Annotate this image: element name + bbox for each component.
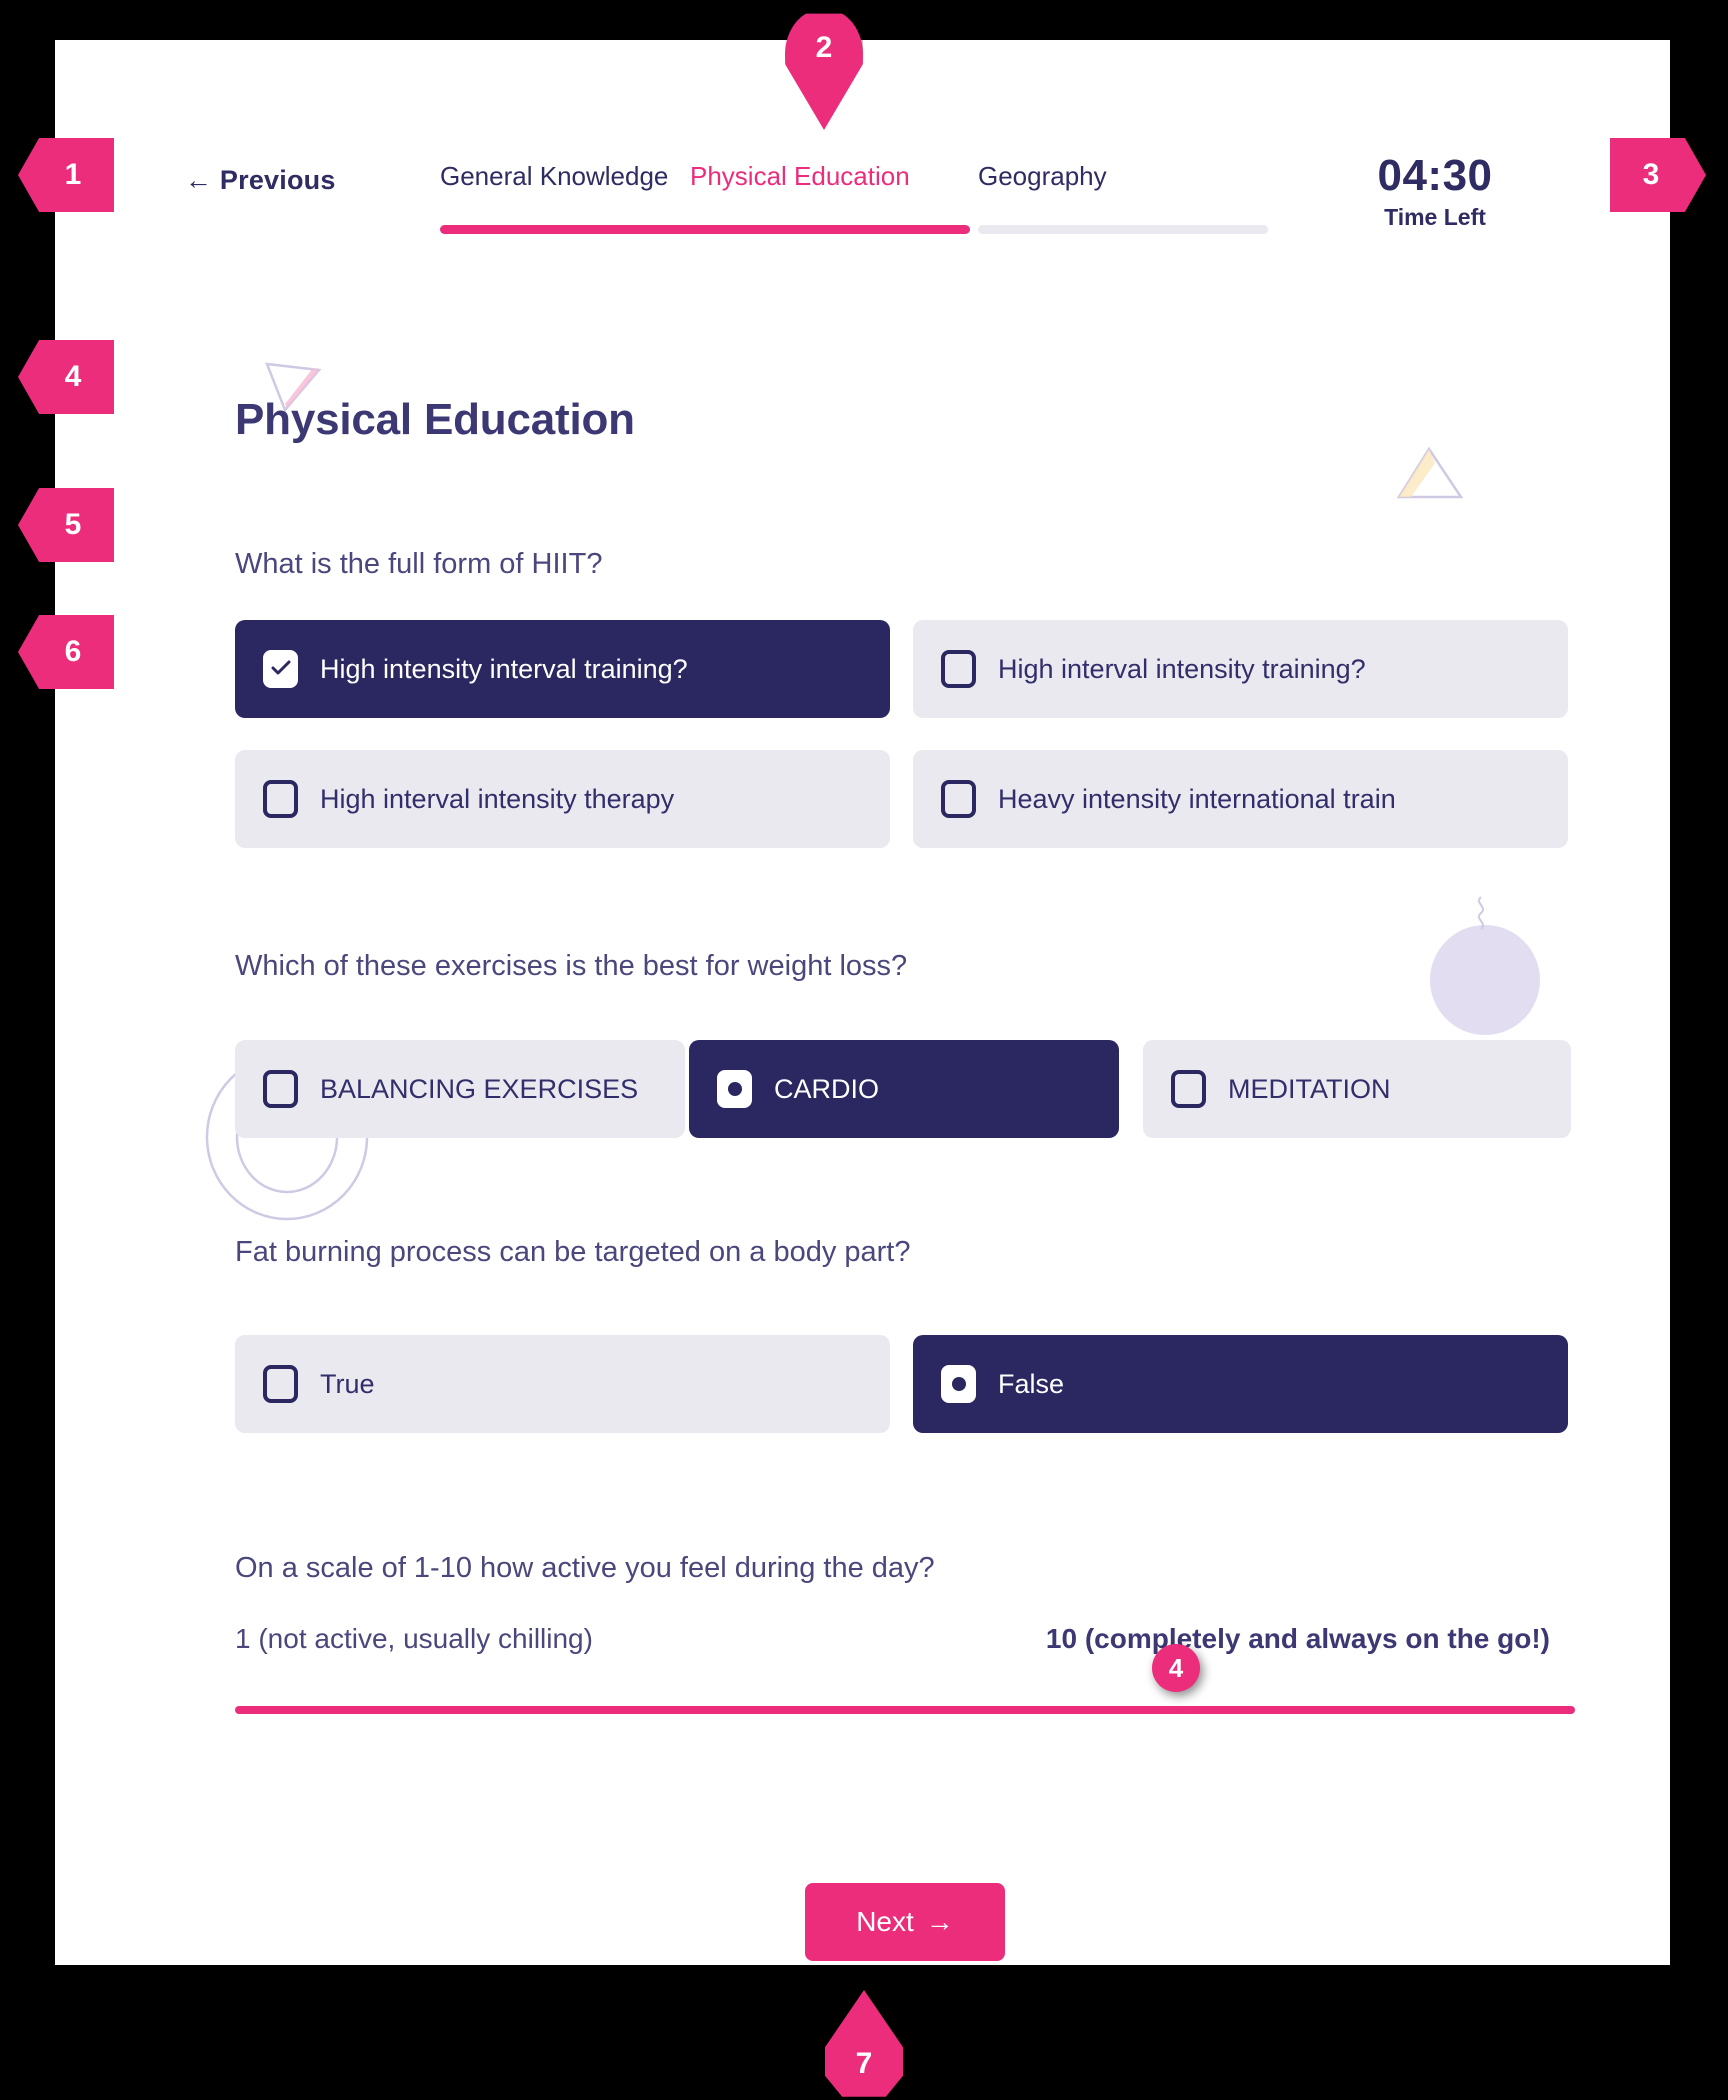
annotation-number: 4 (64, 360, 82, 393)
option-balancing-exercises[interactable]: BALANCING EXERCISES (235, 1040, 685, 1138)
option-meditation[interactable]: MEDITATION (1143, 1040, 1571, 1138)
annotation-number: 6 (64, 635, 82, 668)
tab-geography[interactable]: Geography (978, 161, 1268, 234)
annotation-marker-5: 5 (18, 488, 114, 562)
option-label: True (320, 1368, 375, 1399)
squiggle-decoration-icon (1470, 895, 1492, 948)
annotation-number: 4 (1168, 1652, 1184, 1683)
screenshot-root: ← Previous General Knowledge Physical Ed… (0, 0, 1728, 2100)
checkbox-icon (941, 1365, 976, 1403)
arrow-right-icon: → (925, 1906, 954, 1937)
checkbox-icon (1171, 1070, 1206, 1108)
annotation-marker-3: 3 (1610, 138, 1706, 212)
option-label: False (998, 1368, 1065, 1399)
quiz-header: ← Previous General Knowledge Physical Ed… (55, 145, 1670, 275)
circle-decoration (1430, 925, 1540, 1035)
option-label: BALANCING EXERCISES (320, 1073, 639, 1104)
option-label: MEDITATION (1228, 1073, 1391, 1104)
annotation-marker-1: 1 (18, 138, 114, 212)
tab-progress-bar (440, 225, 715, 234)
option-true[interactable]: True (235, 1335, 890, 1433)
page-title: Physical Education (235, 395, 635, 444)
checkbox-icon (941, 780, 976, 818)
option-label: High interval intensity training? (998, 653, 1366, 684)
tab-progress-bar (690, 225, 970, 234)
checkbox-icon (263, 650, 298, 688)
section-tabs: General Knowledge Physical Education Geo… (440, 161, 1268, 234)
check-icon (271, 660, 290, 675)
activity-slider[interactable] (235, 1706, 1575, 1714)
checkbox-icon (263, 780, 298, 818)
slider-high-label: 10 (completely and always on the go!) (1045, 1623, 1550, 1654)
previous-button[interactable]: ← Previous (185, 165, 336, 196)
tab-label: Physical Education (690, 161, 910, 191)
option-label: High interval intensity therapy (320, 783, 675, 814)
option-label: High intensity interval training? (320, 653, 688, 684)
radio-dot (727, 1082, 742, 1096)
annotation-number: 5 (64, 508, 82, 541)
annotation-number: 7 (855, 2047, 873, 2080)
previous-label: ← Previous (185, 165, 336, 195)
tab-general-knowledge[interactable]: General Knowledge (440, 161, 715, 234)
annotation-marker-6: 6 (18, 615, 114, 689)
tab-label: General Knowledge (440, 161, 669, 191)
option-high-interval-intensity-therapy[interactable]: High interval intensity therapy (235, 750, 890, 848)
option-false[interactable]: False (913, 1335, 1568, 1433)
tab-label: Geography (978, 161, 1107, 191)
question-4-text: On a scale of 1-10 how active you feel d… (235, 1552, 935, 1584)
option-label: Heavy intensity international train (998, 783, 1396, 814)
annotation-marker-slider: 4 (1152, 1644, 1200, 1692)
triangle-outline-decoration-icon (1395, 445, 1465, 510)
slider-low-label: 1 (not active, usually chilling) (235, 1623, 593, 1654)
checkbox-icon (941, 650, 976, 688)
timer-label: Time Left (1384, 204, 1486, 231)
quiz-card: ← Previous General Knowledge Physical Ed… (55, 40, 1670, 1965)
question-3-text: Fat burning process can be targeted on a… (235, 1236, 911, 1268)
option-high-intensity-interval-training[interactable]: High intensity interval training? (235, 620, 890, 718)
annotation-marker-7: 7 (825, 1990, 903, 2097)
timer: 04:30 Time Left (1340, 151, 1530, 231)
next-button[interactable]: Next → (805, 1883, 1005, 1961)
checkbox-icon (717, 1070, 752, 1108)
radio-dot (951, 1377, 966, 1391)
annotation-number: 1 (64, 158, 82, 191)
annotation-marker-4: 4 (18, 340, 114, 414)
next-button-label: Next (856, 1906, 914, 1937)
checkbox-icon (263, 1070, 298, 1108)
question-2-text: Which of these exercises is the best for… (235, 950, 908, 982)
timer-value: 04:30 (1377, 151, 1493, 200)
option-heavy-intensity-international-train[interactable]: Heavy intensity international train (913, 750, 1568, 848)
option-cardio[interactable]: CARDIO (689, 1040, 1119, 1138)
annotation-number: 2 (815, 31, 833, 64)
annotation-number: 3 (1642, 158, 1660, 191)
question-1-text: What is the full form of HIIT? (235, 548, 603, 580)
tab-progress-bar (978, 225, 1268, 234)
option-high-interval-intensity-training[interactable]: High interval intensity training? (913, 620, 1568, 718)
checkbox-icon (263, 1365, 298, 1403)
tab-physical-education[interactable]: Physical Education (690, 161, 978, 234)
option-label: CARDIO (774, 1073, 880, 1104)
